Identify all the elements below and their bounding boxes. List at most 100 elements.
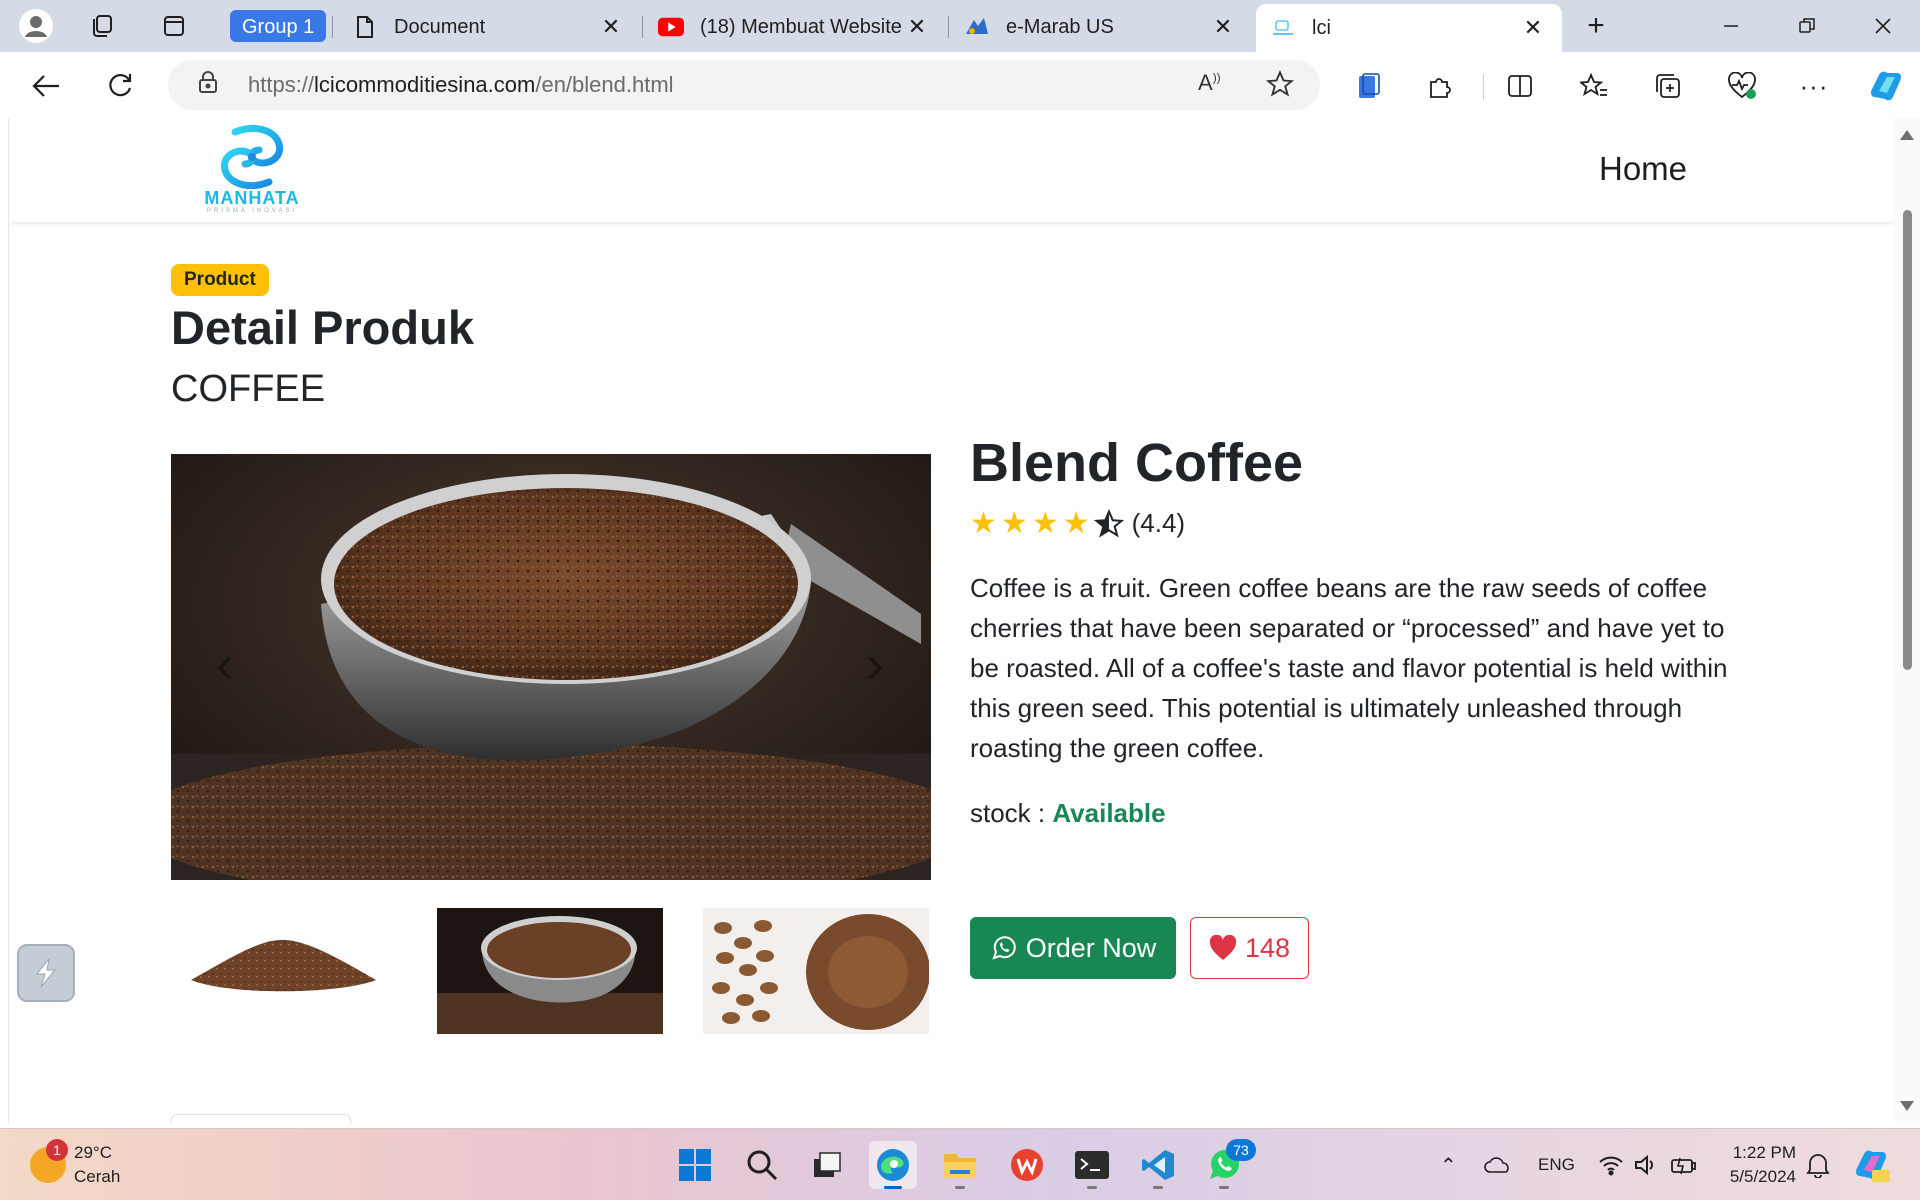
product-title: Blend Coffee <box>970 433 1304 493</box>
logo-emblem-icon <box>220 125 284 189</box>
product-description: Coffee is a fruit. Green coffee beans ar… <box>970 573 1728 763</box>
url-text[interactable]: https://lcicommoditiesina.com/en/blend.h… <box>248 72 674 98</box>
vscode-icon[interactable] <box>1134 1141 1182 1189</box>
minimize-icon[interactable] <box>1706 8 1756 44</box>
tab-separator <box>948 16 949 38</box>
weather-widget[interactable]: 1 29°C Cerah <box>30 1139 121 1189</box>
star-half-icon <box>1093 508 1124 539</box>
browser-toolbar: https://lcicommoditiesina.com/en/blend.h… <box>0 52 1920 118</box>
clock-time: 1:22 PM <box>1732 1143 1796 1162</box>
new-tab-icon[interactable]: + <box>1578 8 1614 44</box>
file-explorer-icon[interactable] <box>936 1141 984 1189</box>
like-button[interactable]: 148 <box>1190 917 1309 979</box>
thumbnail-powder[interactable] <box>171 908 397 1034</box>
whatsapp-icon <box>990 934 1018 962</box>
tray-overflow-icon[interactable]: ⌃ <box>1440 1129 1457 1200</box>
carousel-next-icon[interactable]: › <box>855 634 895 694</box>
page-scrollbar[interactable] <box>1894 118 1920 1123</box>
carousel-prev-icon[interactable]: ‹ <box>205 634 245 694</box>
clipboard-icon[interactable] <box>1350 68 1386 104</box>
search-icon[interactable] <box>738 1141 786 1189</box>
volume-icon[interactable] <box>1634 1129 1658 1200</box>
tab-separator <box>332 16 333 38</box>
restore-icon[interactable] <box>1782 8 1832 44</box>
profile-icon[interactable] <box>18 8 54 44</box>
refresh-icon[interactable] <box>100 66 140 106</box>
wifi-icon[interactable] <box>1598 1129 1624 1200</box>
back-icon[interactable] <box>26 66 66 106</box>
wps-office-icon[interactable] <box>1003 1141 1051 1189</box>
whatsapp-taskbar-icon[interactable]: 73 <box>1200 1139 1256 1189</box>
tab-actions-icon[interactable] <box>156 8 192 44</box>
weather-condition: Cerah <box>74 1167 121 1186</box>
stock-value: Available <box>1052 798 1166 828</box>
workspaces-icon[interactable] <box>84 8 120 44</box>
tab-emarab[interactable]: e-Marab US ✕ <box>950 6 1252 48</box>
category-heading: COFFEE <box>171 368 326 410</box>
close-tab-icon[interactable]: ✕ <box>1208 14 1238 40</box>
tab-youtube[interactable]: (18) Membuat Website ✕ <box>644 6 946 48</box>
notification-icon[interactable] <box>1806 1129 1830 1200</box>
lock-icon[interactable] <box>198 70 222 100</box>
tab-title: (18) Membuat Website <box>700 15 902 38</box>
task-view-icon[interactable] <box>803 1141 851 1189</box>
document-icon <box>352 14 378 40</box>
coffee-scoop-image <box>171 454 931 880</box>
star-filled-icon: ★ <box>1000 506 1028 540</box>
scrollbar-thumb[interactable] <box>1903 210 1912 670</box>
close-tab-icon[interactable]: ✕ <box>902 14 932 40</box>
close-tab-icon[interactable]: ✕ <box>1518 15 1548 41</box>
scroll-up-icon[interactable] <box>1900 130 1914 140</box>
weather-badge: 1 <box>46 1139 68 1161</box>
url-path: /en/blend.html <box>535 72 674 97</box>
extensions-icon[interactable] <box>1422 68 1458 104</box>
close-window-icon[interactable] <box>1858 8 1908 44</box>
language-indicator[interactable]: ENG <box>1538 1129 1575 1200</box>
tab-document[interactable]: Document ✕ <box>338 6 640 48</box>
app-icon <box>964 14 990 40</box>
tab-lci-active[interactable]: lci ✕ <box>1256 4 1562 52</box>
tab-group-label[interactable]: Group 1 <box>230 10 327 42</box>
stock-label: stock : <box>970 798 1053 828</box>
running-indicator <box>955 1186 965 1189</box>
battery-icon[interactable] <box>1670 1129 1698 1200</box>
star-filled-icon: ★ <box>1062 506 1090 540</box>
thumbnail-beans-powder[interactable] <box>703 908 929 1034</box>
floating-widget-button[interactable] <box>17 944 75 1002</box>
url-prefix: https:// <box>248 72 315 97</box>
logo-subtext: PRISMA INOVASI <box>206 208 298 214</box>
tab-separator <box>642 16 643 38</box>
heart-icon <box>1209 935 1237 961</box>
start-icon[interactable] <box>671 1141 719 1189</box>
read-aloud-icon[interactable]: A)) <box>1198 70 1221 96</box>
system-clock[interactable]: 1:22 PM 5/5/2024 <box>1712 1141 1796 1189</box>
stock-status: stock : Available <box>970 798 1166 829</box>
close-tab-icon[interactable]: ✕ <box>596 14 626 40</box>
collections-icon[interactable] <box>1650 68 1686 104</box>
terminal-icon[interactable] <box>1068 1141 1116 1189</box>
tab-title: Document <box>394 15 486 38</box>
favorites-icon[interactable] <box>1576 68 1612 104</box>
nav-home-link[interactable]: Home <box>1599 150 1687 188</box>
scroll-down-icon[interactable] <box>1900 1101 1914 1111</box>
rating-value: (4.4) <box>1131 508 1186 538</box>
weather-sun-icon: 1 <box>30 1139 68 1183</box>
thumbnail-scoop[interactable] <box>437 908 663 1034</box>
url-host: lcicommoditiesina.com <box>314 72 536 97</box>
onedrive-icon[interactable] <box>1484 1129 1512 1200</box>
more-options-icon[interactable]: ··· <box>1796 68 1832 104</box>
edge-taskbar-icon[interactable] <box>869 1141 917 1189</box>
lightning-icon <box>35 958 57 988</box>
split-screen-icon[interactable] <box>1502 68 1538 104</box>
running-indicator <box>1153 1186 1163 1189</box>
copilot-icon[interactable] <box>1866 66 1906 106</box>
section-tab-edge <box>171 1114 351 1123</box>
order-now-button[interactable]: Order Now <box>970 917 1176 979</box>
favorite-star-icon[interactable] <box>1265 69 1295 104</box>
address-bar[interactable]: https://lcicommoditiesina.com/en/blend.h… <box>168 60 1320 110</box>
site-navbar: MANHATA PRISMA INOVASI Home <box>9 118 1894 222</box>
copilot-preview-icon[interactable] <box>1852 1129 1890 1200</box>
site-logo[interactable]: MANHATA PRISMA INOVASI <box>197 122 317 218</box>
browser-essentials-icon[interactable] <box>1724 68 1760 104</box>
youtube-icon <box>658 14 684 40</box>
